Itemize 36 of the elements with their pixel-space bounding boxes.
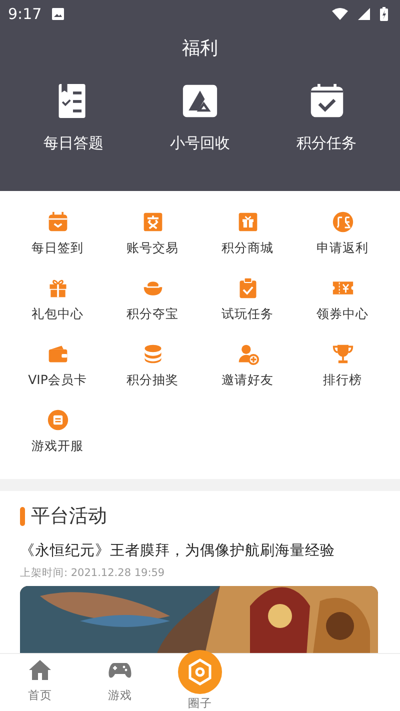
calendar-icon [46,211,68,233]
wifi-icon [332,8,348,20]
page-title: 福利 [182,37,218,60]
service-item[interactable]: 申请返利 [295,211,390,257]
section-marker [20,506,25,526]
battery-icon [380,7,388,21]
service-item[interactable]: 试玩任务 [200,277,295,323]
service-item[interactable]: 每日签到 [10,211,105,257]
service-item[interactable]: VIP会员卡 [10,343,105,389]
section-title: 平台活动 [31,504,107,529]
feature-button[interactable]: 每日答题 [18,82,128,153]
feature-button[interactable]: 小号回收 [144,82,255,153]
service-item[interactable]: 领券中心 [295,277,390,323]
calendar-check-icon [308,82,345,120]
service-item[interactable]: 积分商城 [200,211,295,257]
service-item[interactable]: 账号交易 [105,211,200,257]
image-icon [52,8,64,20]
nav-tab[interactable]: 游戏 [80,654,160,711]
activity-date: 上架时间: 2021.12.28 19:59 [20,566,166,580]
service-item[interactable]: 礼包中心 [10,277,105,323]
service-item[interactable]: 积分抽奖 [105,343,200,389]
service-item[interactable]: 游戏开服 [10,409,105,455]
wallet-icon [46,343,68,365]
service-item[interactable]: 邀请好友 [200,343,295,389]
signal-icon [358,8,370,20]
add-user-icon [236,343,258,365]
home-icon [28,658,52,682]
nav-tab[interactable]: 首页 [0,654,80,711]
gift-box-icon [236,211,258,233]
trophy-icon [332,343,354,365]
nav-tab[interactable]: 圈子 [160,636,240,711]
service-item[interactable]: 积分夺宝 [105,277,200,323]
service-item[interactable]: 排行榜 [295,343,390,389]
activity-title[interactable]: 《永恒纪元》王者膜拜，为偶像护航刷海量经验 [20,541,380,560]
feature-button[interactable]: 积分任务 [272,82,382,153]
status-time: 9:17 [8,5,42,23]
